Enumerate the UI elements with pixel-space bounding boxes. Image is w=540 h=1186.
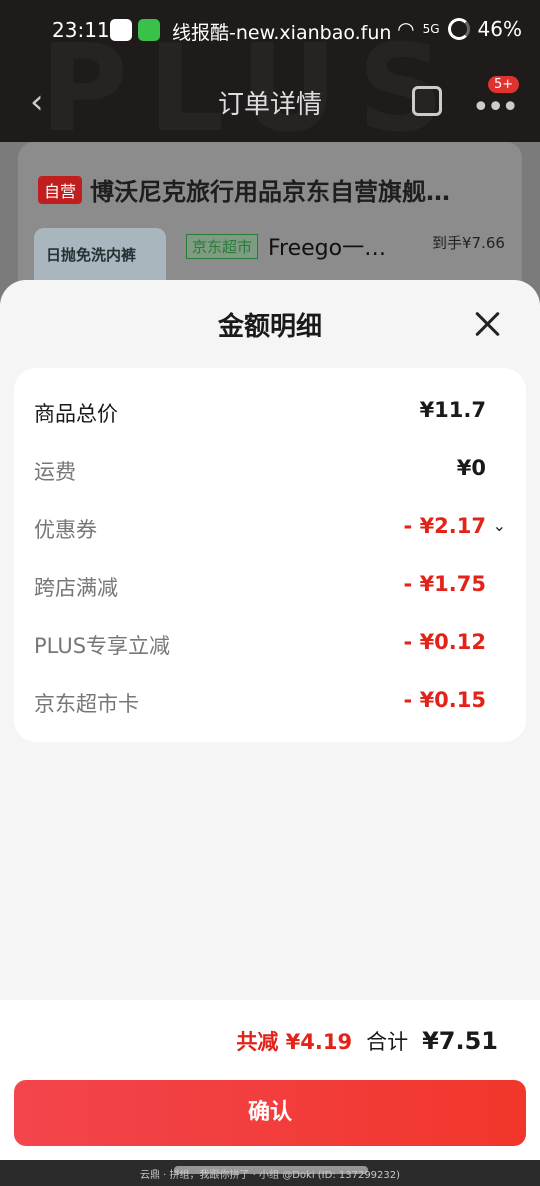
row-label: 跨店满减	[34, 576, 118, 600]
row-value: - ¥0.12	[403, 630, 486, 654]
sheet-title: 金额明细	[217, 312, 322, 342]
amount-detail-sheet: 金额明细 商品总价 ¥11.7 运费 ¥0 优惠券 - ¥2.17 ⌄ 跨店满减…	[0, 280, 540, 1160]
row-shipping: 运费 ¥0	[14, 440, 526, 498]
status-bar: 23:11 线报酷-new.xianbao.fun ◠ 5G 46%	[0, 0, 540, 60]
product-title[interactable]: Freego一…	[268, 230, 386, 262]
row-value: - ¥2.17	[403, 514, 486, 538]
total-reduction: 共减 ¥4.19	[236, 1030, 353, 1054]
share-icon[interactable]	[412, 86, 442, 116]
bottom-caption: 云鼎 · 拼组，我跟你拼了 · 小组 @Doki (ID: 137299232)	[139, 1170, 401, 1181]
amount-detail-card: 商品总价 ¥11.7 运费 ¥0 优惠券 - ¥2.17 ⌄ 跨店满减 - ¥1…	[14, 368, 526, 742]
row-goods-total: 商品总价 ¥11.7	[14, 382, 526, 440]
row-coupon[interactable]: 优惠券 - ¥2.17 ⌄	[14, 498, 526, 556]
self-operated-tag: 自营	[38, 176, 83, 204]
product-arrive-price: 到手¥7.66	[432, 234, 505, 252]
nav-bar: ‹ 订单详情 ••• 5+	[0, 70, 540, 134]
row-value: - ¥0.15	[403, 688, 486, 712]
row-value: ¥0	[456, 456, 486, 480]
row-label: PLUS专享立减	[34, 634, 171, 658]
message-badge: 5+	[488, 76, 520, 93]
signal-icon: 5G	[422, 22, 440, 36]
page-title: 订单详情	[217, 90, 322, 120]
battery-ring-icon	[447, 18, 470, 40]
close-icon[interactable]	[472, 308, 504, 340]
row-supermarket-card: 京东超市卡 - ¥0.15	[14, 672, 526, 730]
sheet-footer: 共减 ¥4.19 合计 ¥7.51 确认	[0, 1000, 540, 1160]
store-name[interactable]: 博沃尼克旅行用品京东自营旗舰…	[90, 172, 450, 207]
row-plus-discount: PLUS专享立减 - ¥0.12	[14, 614, 526, 672]
chevron-down-icon[interactable]: ⌄	[493, 516, 506, 535]
row-label: 优惠券	[34, 518, 97, 542]
price-summary: 共减 ¥4.19 合计 ¥7.51	[236, 1026, 498, 1056]
row-label: 运费	[34, 460, 76, 484]
page-header-background: PLUS 23:11 线报酷-new.xianbao.fun ◠ 5G 46% …	[0, 0, 540, 142]
row-value: ¥11.7	[419, 398, 486, 422]
row-label: 商品总价	[34, 402, 118, 426]
total-label: 合计	[366, 1030, 409, 1054]
more-dots-icon[interactable]: •••	[472, 90, 519, 125]
status-right-group: ◠ 5G 46%	[397, 17, 522, 41]
status-ticker: 线报酷-new.xianbao.fun	[172, 22, 392, 44]
row-value: - ¥1.75	[403, 572, 486, 596]
status-time: 23:11	[52, 18, 110, 42]
qq-icon	[110, 19, 132, 41]
battery-level: 46%	[477, 17, 522, 41]
bottom-strip: 云鼎 · 拼组，我跟你拼了 · 小组 @Doki (ID: 137299232)	[0, 1160, 540, 1186]
messages-icon	[138, 19, 160, 41]
wifi-icon: ◠	[397, 17, 415, 41]
supermarket-tag: 京东超市	[186, 234, 259, 259]
product-image-title: 日抛免洗内裤	[46, 246, 137, 264]
row-cross-store-discount: 跨店满减 - ¥1.75	[14, 556, 526, 614]
row-label: 京东超市卡	[34, 692, 139, 716]
total-amount: ¥7.51	[422, 1027, 498, 1055]
confirm-button[interactable]: 确认	[14, 1080, 526, 1146]
